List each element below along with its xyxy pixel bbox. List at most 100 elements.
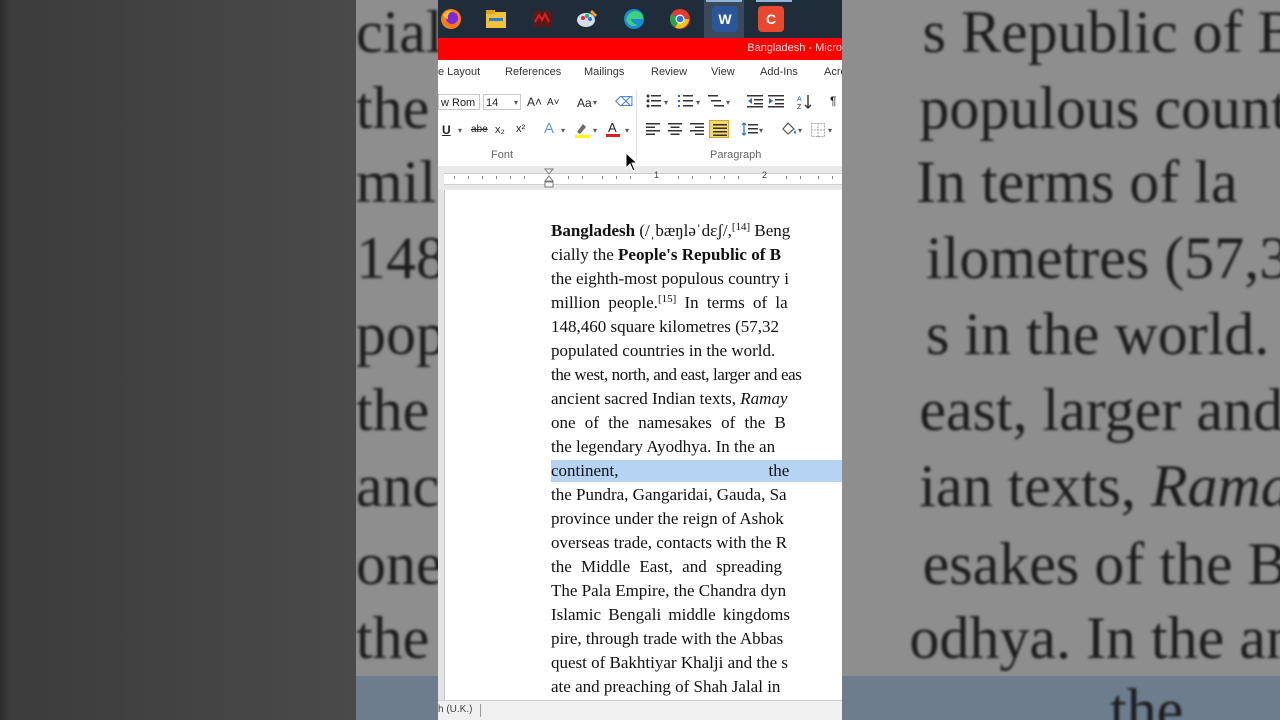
font-name-box[interactable]: w Rom [438, 94, 480, 110]
doc-line: ate and preaching of Shah Jalal in [551, 677, 781, 696]
underline-button[interactable]: U [442, 123, 451, 137]
multilevel-list-icon[interactable] [708, 94, 724, 111]
file-explorer-icon[interactable] [483, 6, 509, 32]
clear-formatting-icon[interactable]: ⌫ [615, 94, 633, 110]
borders-icon[interactable] [811, 123, 825, 140]
font-color-icon[interactable]: A [605, 120, 621, 141]
tab-mailings[interactable]: Mailings [584, 66, 624, 78]
ruler-tick [692, 176, 693, 179]
ruler-tick [724, 176, 725, 179]
app-icon[interactable] [529, 6, 555, 32]
ruler-tick [678, 176, 679, 179]
doc-line: pire, through trade with the Abbas [551, 629, 784, 648]
subscript-button[interactable]: x₂ [495, 124, 505, 136]
line-spacing-icon[interactable] [741, 122, 759, 139]
ruler-tick [800, 176, 801, 179]
align-left-icon[interactable] [646, 123, 660, 138]
svg-text:A: A [797, 96, 802, 103]
word-icon[interactable]: W [712, 6, 738, 32]
taskbar-open-underline [756, 0, 792, 2]
ruler-tick [738, 176, 739, 179]
chevron-down-icon: ▾ [513, 98, 518, 107]
backdrop-left-edge [0, 0, 356, 720]
grow-font-button[interactable]: A˄ [527, 95, 542, 109]
taskbar: W C [438, 0, 842, 38]
doc-line: the Middle East, and spreading [551, 557, 783, 576]
chevron-down-icon: ▾ [561, 126, 566, 135]
ruler-tick [630, 176, 631, 179]
chevron-down-icon: ▾ [696, 98, 701, 107]
tab-page-layout[interactable]: e Layout [438, 66, 480, 78]
word-window: W C Bangladesh - Micro e Layout Referenc… [438, 0, 842, 720]
tab-add-ins[interactable]: Add-Ins [760, 66, 798, 78]
ruler-tick [710, 176, 711, 179]
doc-line: The Pala Empire, the Chandra dyn [551, 581, 787, 600]
ruler-tick [496, 176, 497, 179]
shrink-font-button[interactable]: A˅ [547, 97, 560, 108]
decrease-indent-icon[interactable] [747, 94, 763, 111]
doc-line: quest of Bakhtiyar Khalji and the s [551, 653, 789, 672]
firefox-icon[interactable] [438, 6, 464, 32]
align-right-icon[interactable] [690, 123, 704, 138]
font-name-value: w Rom [441, 97, 476, 109]
chevron-down-icon: ▾ [798, 126, 803, 135]
edge-icon[interactable] [621, 6, 647, 32]
ruler-number: 1 [654, 170, 660, 180]
strikethrough-button[interactable]: abe [471, 124, 488, 135]
chrome-icon[interactable] [667, 6, 693, 32]
word-icon-letter: W [718, 11, 732, 27]
text-effects-icon[interactable]: A [544, 120, 554, 137]
chevron-down-icon: ▾ [593, 126, 598, 135]
change-case-button[interactable]: Aa [577, 96, 592, 110]
superscript-button[interactable]: x² [516, 123, 525, 135]
tab-view[interactable]: View [711, 66, 735, 78]
font-group-label: Font [491, 149, 514, 161]
backdrop-line: the [1110, 677, 1184, 720]
doc-line: Bangladesh (/ˌbæŋləˈdɛʃ/,[14] Beng [551, 221, 791, 240]
doc-line: province under the reign of Ashok [551, 509, 784, 528]
align-center-icon[interactable] [668, 123, 682, 138]
svg-text:Z: Z [797, 104, 802, 110]
doc-line: the legendary Ayodhya. In the an [551, 437, 776, 456]
justify-icon [713, 124, 727, 136]
doc-line: the eighth-most populous country i [551, 269, 789, 288]
svg-text:A: A [608, 120, 617, 135]
increase-indent-icon[interactable] [768, 94, 784, 111]
tab-review[interactable]: Review [651, 66, 687, 78]
ruler-tick [602, 176, 603, 179]
doc-line: 148,460 square kilometres (57,32 [551, 317, 780, 336]
highlight-color-icon[interactable] [573, 121, 591, 142]
document-page[interactable]: Bangladesh (/ˌbæŋləˈdɛʃ/,[14] Beng ciall… [444, 190, 842, 700]
app-c-icon[interactable]: C [758, 6, 784, 32]
numbering-icon[interactable] [678, 94, 694, 111]
window-title: Bangladesh - Micro [747, 42, 842, 54]
ruler-number: 2 [762, 170, 768, 180]
doc-line: the Pundra, Gangaridai, Gauda, Sa [551, 485, 787, 504]
ruler-tick [568, 176, 569, 179]
font-size-box[interactable]: 14 ▾ [483, 94, 521, 110]
justify-button[interactable] [709, 120, 729, 138]
doc-line: cially the People's Republic of B [551, 245, 781, 264]
horizontal-ruler: 1 2 [438, 166, 842, 190]
ruler-tick [582, 176, 583, 179]
ruler-tick [482, 176, 483, 179]
bullets-icon[interactable] [646, 94, 662, 111]
chevron-down-icon: ▾ [593, 98, 598, 107]
indent-marker[interactable] [544, 168, 554, 188]
selected-line: continent, the [551, 460, 842, 482]
doc-line: ancient sacred Indian texts, Ramay [551, 389, 788, 408]
chevron-down-icon: ▾ [828, 126, 833, 135]
shading-icon[interactable] [780, 121, 798, 140]
show-formatting-button[interactable]: ¶ [830, 94, 836, 108]
paint-icon[interactable] [574, 6, 600, 32]
app-c-icon-letter: C [765, 11, 777, 27]
tab-acrobat[interactable]: Acro [824, 66, 842, 78]
language-status[interactable]: h (U.K.) [438, 704, 472, 715]
doc-line: overseas trade, contacts with the R [551, 533, 788, 552]
tab-references[interactable]: References [505, 66, 561, 78]
ruler-tick [818, 176, 819, 179]
ruler-tick [832, 176, 833, 179]
ribbon-tabs: e Layout References Mailings Review View… [438, 60, 842, 86]
doc-line: one of the namesakes of the B [551, 413, 786, 432]
sort-icon[interactable]: AZ [797, 94, 813, 113]
